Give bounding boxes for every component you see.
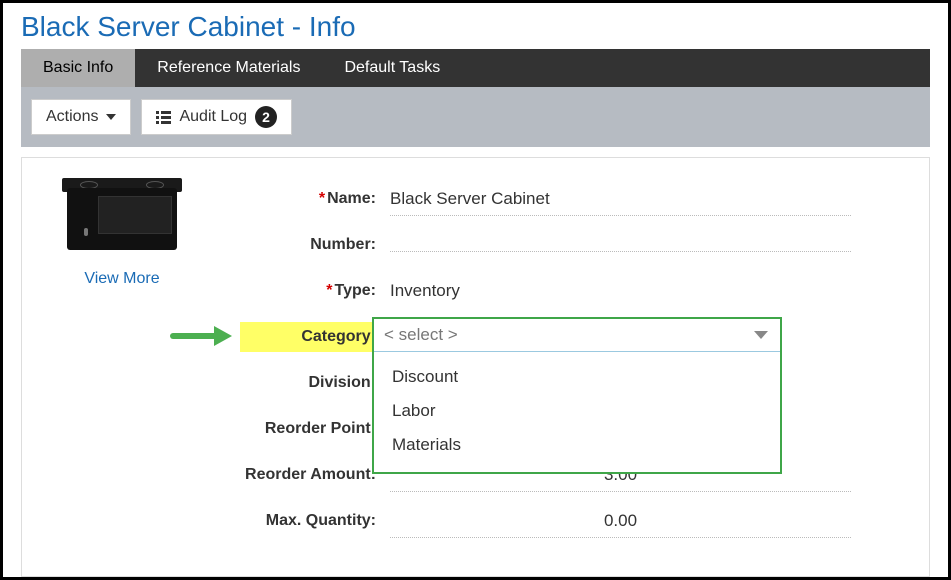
page-title: Black Server Cabinet - Info bbox=[3, 3, 948, 49]
value-max-quantity[interactable]: 0.00 bbox=[390, 505, 851, 538]
option-labor[interactable]: Labor bbox=[378, 394, 776, 428]
option-discount[interactable]: Discount bbox=[378, 360, 776, 394]
audit-log-button[interactable]: Audit Log 2 bbox=[141, 99, 292, 135]
content-panel: View More *Name: Black Server Cabinet Nu… bbox=[21, 157, 930, 577]
category-select-placeholder: < select > bbox=[384, 325, 458, 344]
callout-arrow-icon bbox=[170, 326, 240, 346]
list-icon bbox=[156, 111, 171, 124]
audit-log-label: Audit Log bbox=[179, 108, 247, 126]
audit-log-count-badge: 2 bbox=[255, 106, 277, 128]
option-materials[interactable]: Materials bbox=[378, 428, 776, 462]
value-name[interactable]: Black Server Cabinet bbox=[390, 183, 851, 216]
label-max-quantity: Max. Quantity: bbox=[240, 512, 390, 530]
label-type: *Type: bbox=[240, 282, 390, 300]
actions-label: Actions bbox=[46, 108, 98, 126]
tab-reference-materials[interactable]: Reference Materials bbox=[135, 49, 322, 87]
tab-basic-info[interactable]: Basic Info bbox=[21, 49, 135, 87]
value-number[interactable] bbox=[390, 239, 851, 252]
label-reorder-point: Reorder Point: bbox=[240, 420, 390, 438]
thumbnail-column: View More bbox=[52, 178, 192, 288]
label-name: *Name: bbox=[240, 190, 390, 208]
label-reorder-amount: Reorder Amount: bbox=[240, 466, 390, 484]
required-marker: * bbox=[319, 190, 325, 207]
category-select-options: Discount Labor Materials bbox=[374, 352, 780, 472]
caret-down-icon bbox=[106, 114, 116, 120]
toolbar: Actions Audit Log 2 bbox=[21, 87, 930, 147]
label-number: Number: bbox=[240, 236, 390, 254]
chevron-down-icon bbox=[754, 331, 768, 339]
tab-bar: Basic Info Reference Materials Default T… bbox=[21, 49, 930, 87]
item-thumbnail[interactable] bbox=[62, 178, 182, 256]
label-division: Division: bbox=[240, 374, 390, 392]
tab-default-tasks[interactable]: Default Tasks bbox=[322, 49, 462, 87]
category-select-input[interactable]: < select > bbox=[374, 319, 780, 352]
required-marker: * bbox=[326, 282, 332, 299]
value-type[interactable]: Inventory bbox=[390, 275, 851, 307]
view-more-link[interactable]: View More bbox=[84, 270, 159, 288]
category-select-dropdown: < select > Discount Labor Materials bbox=[372, 317, 782, 474]
actions-button[interactable]: Actions bbox=[31, 99, 131, 135]
label-category: Category: bbox=[240, 322, 390, 352]
